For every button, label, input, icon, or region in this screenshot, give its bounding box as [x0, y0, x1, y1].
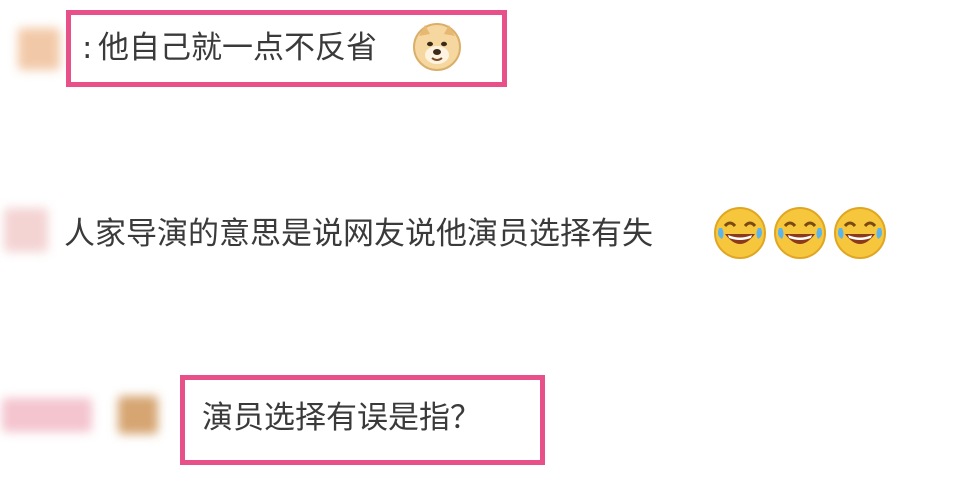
- avatar-blurred: [4, 208, 48, 252]
- comment-prefix: :: [82, 30, 93, 66]
- comment-text: 他自己就一点不反省: [98, 30, 377, 66]
- username-blurred: [2, 398, 92, 432]
- laugh-cry-icon: [833, 206, 887, 264]
- avatar-blurred: [18, 28, 60, 70]
- laugh-cry-icon: [713, 206, 767, 264]
- avatar-blurred: [118, 396, 158, 434]
- laugh-cry-icon: [773, 206, 827, 264]
- comment-text: 演员选择有误是指？: [202, 400, 481, 436]
- doge-icon: [412, 22, 462, 76]
- comment-text: 人家导演的意思是说网友说他演员选择有失: [64, 216, 653, 252]
